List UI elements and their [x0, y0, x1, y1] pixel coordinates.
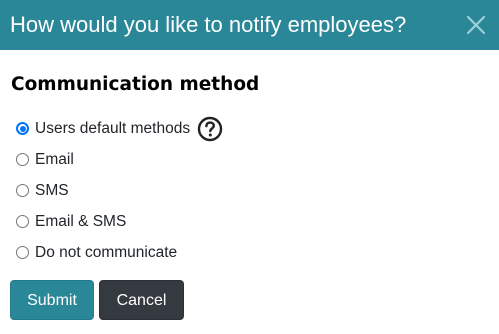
communication-method-radio-group: Users default methods Email SMS Email & … [16, 113, 223, 268]
option-sms[interactable]: SMS [16, 175, 223, 206]
option-email-and-sms[interactable]: Email & SMS [16, 206, 223, 237]
option-email[interactable]: Email [16, 144, 223, 175]
option-label: Email & SMS [35, 212, 127, 230]
option-label: Email [35, 150, 74, 168]
radio-email[interactable] [16, 153, 29, 166]
option-label: Do not communicate [35, 243, 178, 261]
notify-employees-dialog: How would you like to notify employees? … [0, 0, 499, 334]
radio-do-not-communicate[interactable] [16, 246, 29, 259]
cancel-button[interactable]: Cancel [99, 280, 184, 320]
dialog-title: How would you like to notify employees? [10, 12, 407, 37]
radio-users-default-methods[interactable] [16, 122, 29, 135]
question-circle-icon[interactable] [197, 116, 223, 142]
submit-button[interactable]: Submit [10, 280, 94, 320]
option-label: Users default methods [35, 119, 191, 137]
radio-sms[interactable] [16, 184, 29, 197]
close-button[interactable] [463, 12, 489, 38]
option-do-not-communicate[interactable]: Do not communicate [16, 237, 223, 268]
close-icon [466, 15, 486, 35]
radio-email-and-sms[interactable] [16, 215, 29, 228]
option-users-default-methods[interactable]: Users default methods [16, 113, 223, 144]
dialog-header: How would you like to notify employees? [0, 0, 499, 50]
section-title: Communication method [11, 74, 260, 95]
option-label: SMS [35, 181, 69, 199]
